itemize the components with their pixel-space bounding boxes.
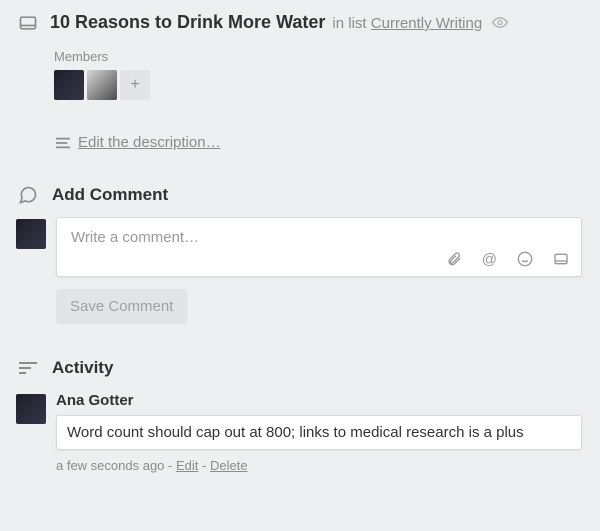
activity-avatar[interactable]: [16, 394, 46, 424]
comment-box[interactable]: @: [56, 217, 582, 277]
edit-description-link[interactable]: Edit the description…: [78, 134, 221, 151]
card-attach-icon[interactable]: [553, 251, 569, 268]
attachment-icon[interactable]: [446, 251, 462, 268]
emoji-icon[interactable]: [517, 251, 533, 268]
mention-icon[interactable]: @: [482, 251, 497, 268]
members-label: Members: [54, 49, 582, 64]
activity-icon: [19, 361, 37, 375]
list-link[interactable]: Currently Writing: [371, 15, 482, 32]
card-title: 10 Reasons to Drink More Water: [50, 12, 325, 32]
add-member-button[interactable]: +: [120, 70, 150, 100]
comment-input[interactable]: [69, 228, 569, 247]
activity-heading: Activity: [52, 358, 113, 378]
member-avatar[interactable]: [54, 70, 84, 100]
activity-comment-text: Word count should cap out at 800; links …: [56, 415, 582, 450]
watch-icon[interactable]: [492, 15, 508, 31]
add-comment-heading: Add Comment: [52, 185, 168, 205]
in-list-label: in list: [332, 15, 366, 32]
card-icon: [18, 13, 38, 33]
current-user-avatar: [16, 219, 46, 249]
save-comment-button[interactable]: Save Comment: [56, 289, 187, 324]
activity-time: a few seconds ago: [56, 458, 164, 473]
activity-edit-link[interactable]: Edit: [176, 458, 198, 473]
activity-delete-link[interactable]: Delete: [210, 458, 248, 473]
activity-author[interactable]: Ana Gotter: [56, 392, 582, 409]
comment-icon: [18, 185, 38, 205]
description-icon: [56, 137, 70, 149]
member-avatar[interactable]: [87, 70, 117, 100]
